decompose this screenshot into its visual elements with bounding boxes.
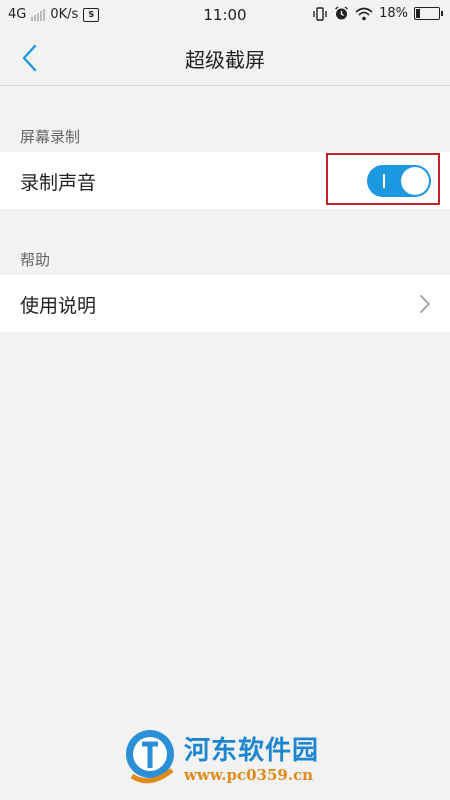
wifi-icon [355,7,373,20]
chevron-right-icon [420,295,430,313]
battery-fill [416,9,420,18]
instructions-row[interactable]: 使用说明 [0,275,450,332]
highlight-annotation [326,153,440,205]
status-right: 18% [312,6,443,21]
section-header-help: 帮助 [20,251,51,269]
page-title: 超级截屏 [185,48,265,72]
watermark-url: www.pc0359.cn [184,766,314,784]
section-header-screen-recording: 屏幕录制 [20,128,81,146]
record-sound-label: 录制声音 [20,172,97,194]
alarm-icon [335,6,349,20]
nav-bar: 超级截屏 [0,30,450,86]
status-bar: 4G 0K/s S 11:00 18% [0,0,450,30]
watermark-logo [126,730,174,784]
battery-icon [414,7,443,20]
watermark-title: 河东软件园 [184,736,320,766]
vibrate-icon [313,6,327,21]
battery-percent: 18% [379,6,408,21]
watermark: 河东软件园 www.pc0359.cn [122,724,332,794]
instructions-label: 使用说明 [20,295,97,317]
